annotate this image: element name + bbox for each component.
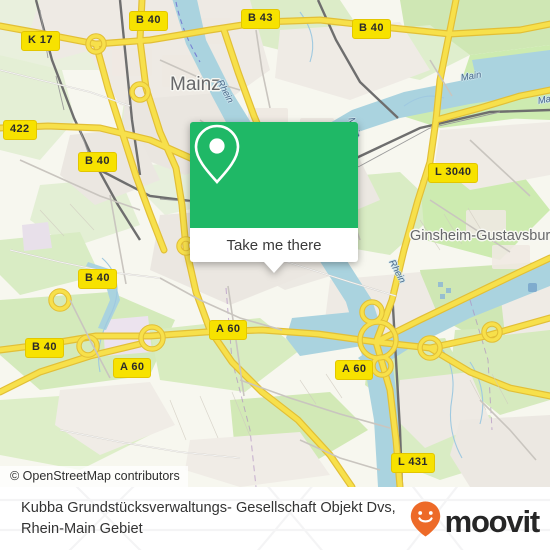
moovit-wordmark: moovit <box>444 504 541 539</box>
popup-pin-area <box>190 122 358 228</box>
road-shield-a60-w[interactable]: A 60 <box>113 358 152 378</box>
bottom-info-bar: Kubba Grundstücksverwaltungs- Gesellscha… <box>0 487 550 550</box>
road-shield-b43[interactable]: B 43 <box>241 9 280 29</box>
osm-attribution[interactable]: © OpenStreetMap contributors <box>0 466 188 487</box>
road-shield-l3040[interactable]: L 3040 <box>428 163 479 183</box>
road-shield-422[interactable]: 422 <box>3 120 37 140</box>
road-shield-b40-s[interactable]: B 40 <box>25 338 64 358</box>
place-label-mainz: Mainz <box>170 74 221 95</box>
road-shield-b40-n[interactable]: B 40 <box>129 11 168 31</box>
road-shield-b40-ne[interactable]: B 40 <box>352 19 391 39</box>
map-canvas[interactable]: Mainz Ginsheim-Gustavsburg Rhein Rhein M… <box>0 0 550 487</box>
moovit-smiley-pin-icon <box>410 501 441 542</box>
moovit-map-screenshot: Mainz Ginsheim-Gustavsburg Rhein Rhein M… <box>0 0 550 550</box>
take-me-there-button[interactable]: Take me there <box>190 228 358 262</box>
page-title: Kubba Grundstücksverwaltungs- Gesellscha… <box>21 500 396 537</box>
road-shield-a60-e[interactable]: A 60 <box>335 360 374 380</box>
popup-tail <box>264 262 284 273</box>
place-label-ginsheim-gustavsburg: Ginsheim-Gustavsburg <box>410 228 550 244</box>
water-label-main-edge: Main <box>537 92 550 107</box>
road-shield-b40-sw[interactable]: B 40 <box>78 269 117 289</box>
road-shield-k17[interactable]: K 17 <box>21 31 60 51</box>
road-shield-l431[interactable]: L 431 <box>391 453 435 473</box>
moovit-logo[interactable]: moovit <box>410 501 541 542</box>
road-shield-a60-c[interactable]: A 60 <box>209 320 248 340</box>
map-popup-card[interactable]: Take me there <box>190 122 358 273</box>
road-shield-b40-w[interactable]: B 40 <box>78 152 117 172</box>
